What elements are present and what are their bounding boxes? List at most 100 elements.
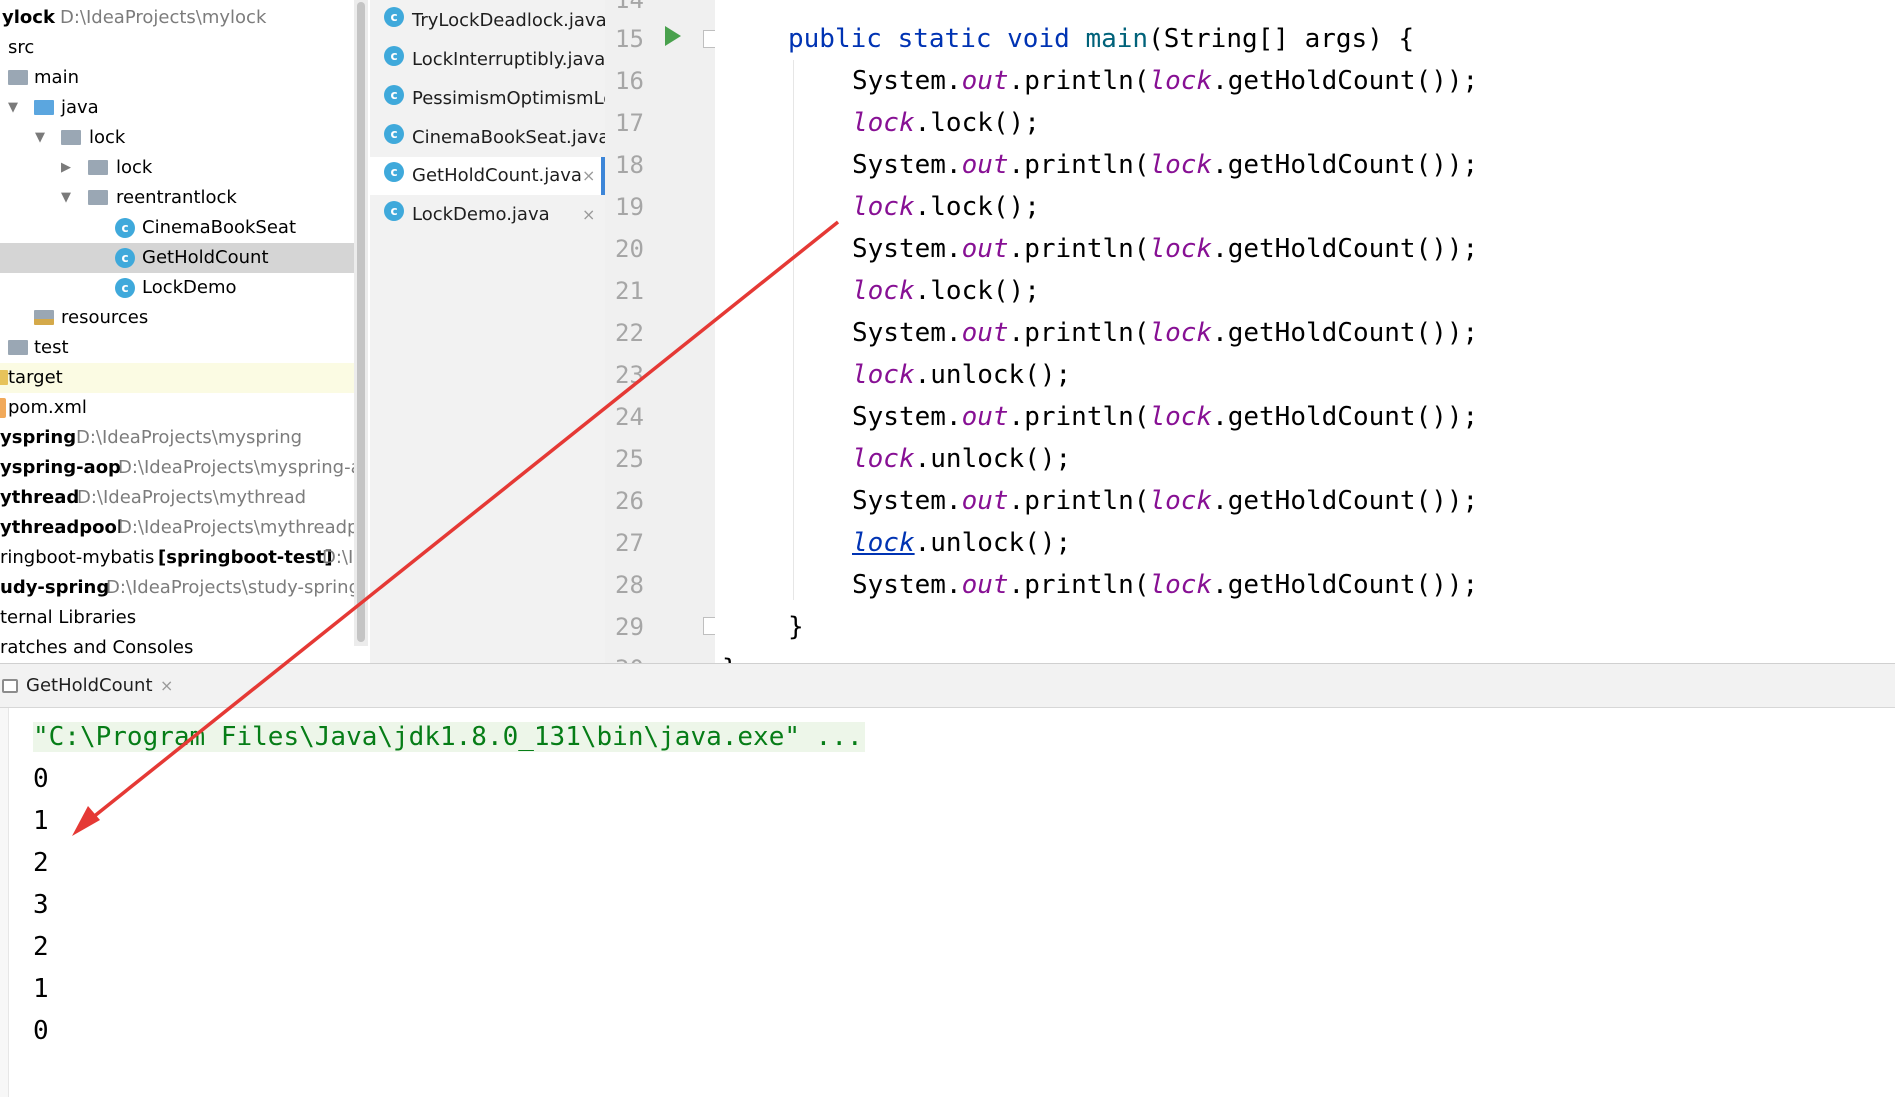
code-field-link[interactable]: lock (852, 528, 915, 558)
tab-cinemabookseat[interactable]: c CinemaBookSeat.java (370, 119, 605, 157)
code-field: out (961, 486, 1009, 516)
code-text: .println( (1008, 318, 1150, 348)
java-class-icon: c (384, 201, 404, 221)
code-field: out (961, 570, 1009, 600)
tree-item-scratches[interactable]: ratches and Consoles (0, 633, 368, 663)
code-text: .unlock(); (914, 360, 1072, 390)
line-number: 20 (615, 235, 644, 263)
line-number: 26 (615, 487, 644, 515)
tree-item-project-myspring[interactable]: yspring D:\IdeaProjects\myspring (0, 423, 368, 453)
tree-item-getholdcount[interactable]: c GetHoldCount (0, 243, 368, 273)
tab-getholdcount[interactable]: c GetHoldCount.java × (370, 157, 605, 195)
tab-lockdemo[interactable]: c LockDemo.java × (370, 196, 605, 234)
code-editor[interactable]: public static void main(String[] args) {… (715, 0, 1895, 663)
folder-icon (8, 70, 28, 85)
close-icon[interactable]: × (582, 157, 595, 195)
line-number: 21 (615, 277, 644, 305)
tab-lockinterruptibly[interactable]: c LockInterruptibly.java (370, 41, 605, 79)
tree-item-path: D:\IdeaProjects\mythreadpoo (118, 517, 368, 538)
code-text: .getHoldCount()); (1212, 318, 1479, 348)
line-number: 17 (615, 109, 644, 137)
tree-item-java[interactable]: ▼ java (0, 93, 368, 123)
tree-scrollbar[interactable] (354, 0, 368, 646)
close-icon[interactable]: × (582, 196, 595, 234)
chevron-down-icon[interactable]: ▼ (61, 183, 71, 213)
console-command: "C:\Program Files\Java\jdk1.8.0_131\bin\… (33, 722, 865, 752)
console-output[interactable]: "C:\Program Files\Java\jdk1.8.0_131\bin\… (9, 708, 1895, 1097)
tree-item-module-name: [springboot-test] (158, 547, 333, 568)
code-line-30: } (722, 648, 738, 663)
chevron-right-icon[interactable]: ▶ (61, 153, 71, 183)
excluded-folder-icon (0, 370, 8, 385)
tree-item-lockdemo[interactable]: c LockDemo (0, 273, 368, 303)
tree-item-target[interactable]: target (0, 363, 368, 393)
code-text: } (722, 654, 738, 663)
console-output-line: 1 (33, 974, 49, 1004)
tree-item-project-mythreadpool[interactable]: ythreadpool D:\IdeaProjects\mythreadpoo (0, 513, 368, 543)
console-output-line: 3 (33, 890, 49, 920)
tree-item-project-study-spring[interactable]: udy-spring D:\IdeaProjects\study-spring (0, 573, 368, 603)
code-field: out (961, 66, 1009, 96)
tree-item-external-libraries[interactable]: ternal Libraries (0, 603, 368, 633)
code-text: .getHoldCount()); (1212, 486, 1479, 516)
chevron-down-icon[interactable]: ▼ (35, 123, 45, 153)
line-number: 16 (615, 67, 644, 95)
tree-item-label: yspring (0, 427, 77, 448)
tree-item-src[interactable]: src (0, 33, 368, 63)
code-line-21: lock.lock(); (852, 270, 1040, 312)
code-keyword: void (1007, 24, 1070, 54)
tree-item-project-myspring-aop[interactable]: yspring-aop D:\IdeaProjects\myspring-ao (0, 453, 368, 483)
code-text: .unlock(); (914, 528, 1072, 558)
code-line-29: } (788, 606, 804, 648)
tree-item-project-mythread[interactable]: ythread D:\IdeaProjects\mythread (0, 483, 368, 513)
code-text: .getHoldCount()); (1212, 234, 1479, 264)
tree-item-label: ythread (0, 487, 80, 508)
tree-item-test[interactable]: test (0, 333, 368, 363)
console-output-line: 2 (33, 932, 49, 962)
code-field: lock (852, 276, 915, 306)
code-line-24: System.out.println(lock.getHoldCount()); (852, 396, 1478, 438)
code-field: lock (852, 108, 915, 138)
line-number: 29 (615, 613, 644, 641)
code-text: System. (852, 234, 962, 264)
package-icon (88, 190, 108, 205)
tab-pessimismoptimism[interactable]: c PessimismOptimismLo (370, 80, 605, 118)
code-text: System. (852, 486, 962, 516)
java-class-icon: c (384, 162, 404, 182)
run-tab-label: GetHoldCount (26, 675, 153, 696)
tree-item-main[interactable]: main (0, 63, 368, 93)
code-text: (String[] args) { (1148, 24, 1415, 54)
tree-item-package-lock[interactable]: ▼ lock (0, 123, 368, 153)
code-field: lock (1149, 486, 1213, 516)
code-field: out (961, 318, 1009, 348)
tab-label: TryLockDeadlock.java (412, 10, 605, 31)
tree-item-project-springboot-mybatis[interactable]: ringboot-mybatis[springboot-test]D:\Ide (0, 543, 368, 573)
scrollbar-thumb[interactable] (357, 2, 365, 642)
tree-item-pom-xml[interactable]: pom.xml (0, 393, 368, 423)
tree-item-subpackage-lock[interactable]: ▶ lock (0, 153, 368, 183)
console-output-line: 2 (33, 848, 49, 878)
tree-item-reentrantlock[interactable]: ▼ reentrantlock (0, 183, 368, 213)
line-number: 24 (615, 403, 644, 431)
run-icon[interactable] (665, 26, 681, 46)
tree-item-cinemabookseat[interactable]: c CinemaBookSeat (0, 213, 368, 243)
tree-item-project-mylock[interactable]: ylock D:\IdeaProjects\mylock (0, 3, 368, 33)
code-line-17: lock.lock(); (852, 102, 1040, 144)
editor-gutter: 14 15 16 17 18 19 20 21 22 23 24 25 26 2… (605, 0, 715, 683)
chevron-down-icon[interactable]: ▼ (8, 93, 18, 123)
tree-item-label: ringboot-mybatis (0, 547, 155, 568)
code-text: System. (852, 318, 962, 348)
code-line-28: System.out.println(lock.getHoldCount()); (852, 564, 1478, 606)
tab-trylockdeadlock[interactable]: c TryLockDeadlock.java (370, 2, 605, 40)
tree-item-label: resources (61, 307, 149, 328)
code-field: lock (1149, 150, 1213, 180)
code-text: .lock(); (914, 108, 1040, 138)
close-icon[interactable]: × (160, 664, 173, 708)
code-line-27: lock.unlock(); (852, 522, 1071, 564)
code-line-16: System.out.println(lock.getHoldCount()); (852, 60, 1478, 102)
console-output-line: 0 (33, 1016, 49, 1046)
tree-item-path: D:\IdeaProjects\study-spring (106, 577, 360, 598)
run-console-icon (2, 679, 18, 693)
code-text: .getHoldCount()); (1212, 402, 1479, 432)
tree-item-resources[interactable]: resources (0, 303, 368, 333)
